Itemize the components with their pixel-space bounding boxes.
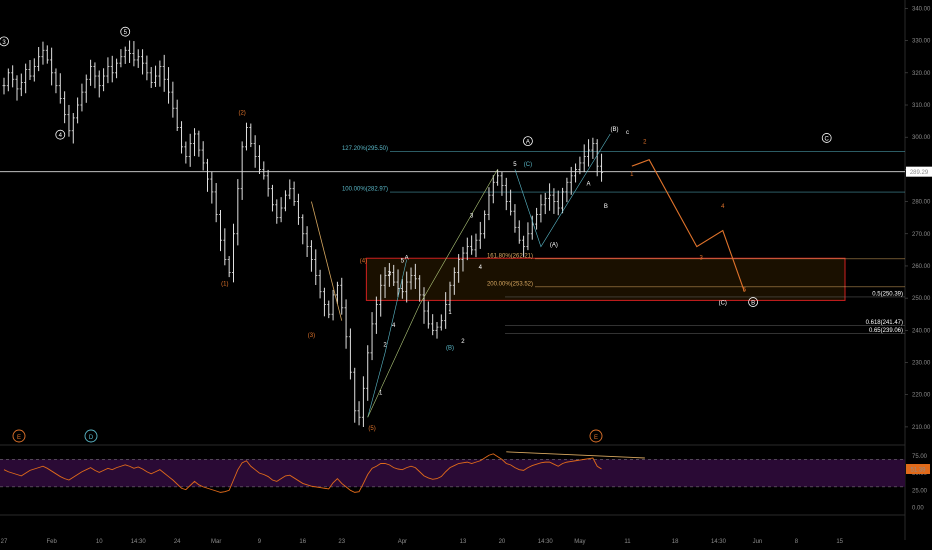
wave-label: B	[604, 204, 608, 210]
wave-label: C	[825, 136, 830, 142]
rsi-tick-label: 0.00	[912, 506, 924, 512]
wave-label: (A)	[550, 243, 558, 249]
time-tick-label: 11	[624, 539, 631, 545]
price-tick-label: 340.00	[912, 6, 931, 12]
wave-label: (C)	[719, 301, 727, 307]
time-tick-label: May	[574, 539, 585, 545]
price-tick-label: 250.00	[912, 296, 931, 302]
price-tick-label: 260.00	[912, 264, 931, 270]
price-tick-label: 240.00	[912, 328, 931, 334]
fib-level-label: 161.80%(262.21)	[487, 253, 533, 259]
fib-level-label: 200.00%(253.52)	[487, 281, 533, 287]
time-tick-label: Mar	[211, 539, 221, 545]
time-tick-label: Feb	[46, 539, 57, 545]
wave-label: c	[626, 130, 629, 136]
wave-label: (B)	[611, 127, 619, 133]
price-tick-label: 220.00	[912, 393, 931, 399]
time-tick-label: 15	[836, 539, 843, 545]
time-tick-label: 14:30	[538, 539, 554, 545]
price-tick-label: 230.00	[912, 361, 931, 367]
time-tick-label: 24	[174, 539, 181, 545]
rsi-tick-label: 25.00	[912, 488, 928, 494]
wave-label: A	[405, 256, 409, 262]
price-tick-label: 330.00	[912, 39, 931, 45]
wave-label: A	[587, 181, 591, 187]
price-tick-label: 280.00	[912, 200, 931, 206]
time-tick-label: 20	[499, 539, 506, 545]
time-tick-label: 10	[96, 539, 103, 545]
fib-level-label: 0.65(239.06)	[869, 328, 903, 334]
time-tick-label: Jun	[753, 539, 763, 545]
fib-level-label: 127.20%(295.50)	[342, 146, 388, 152]
time-tick-label: 27	[1, 539, 8, 545]
last-price-label: 289.29	[910, 170, 929, 176]
price-tick-label: 270.00	[912, 232, 931, 238]
wave-degree-label: E	[17, 435, 21, 441]
fib-level-label: 100.00%(282.97)	[342, 187, 388, 193]
time-tick-label: 13	[460, 539, 467, 545]
rsi-band	[0, 459, 905, 487]
time-tick-label: 16	[299, 539, 306, 545]
wave-degree-label: E	[594, 435, 598, 441]
rsi-tick-label: 75.00	[912, 454, 928, 460]
rsi-last-label: 51.39	[910, 468, 926, 474]
wave-degree-label: D	[89, 435, 94, 441]
price-tick-label: 210.00	[912, 425, 931, 431]
wave-label: (B)	[446, 346, 454, 352]
target-zone-box	[365, 257, 846, 301]
time-tick-label: 14:30	[711, 539, 727, 545]
wave-label: (C)	[524, 162, 532, 168]
price-chart[interactable]: 210.00220.00230.00240.00250.00260.00270.…	[0, 0, 932, 550]
wave-label: (3)	[308, 333, 315, 339]
wave-label: (5)	[368, 426, 375, 432]
price-tick-label: 310.00	[912, 103, 931, 109]
fib-level-label: 0.618(241.47)	[866, 320, 903, 326]
wave-label: (4)	[360, 259, 367, 265]
fib-level-label: 0.5(250.39)	[872, 291, 903, 297]
wave-label: (2)	[238, 111, 245, 117]
price-tick-label: 300.00	[912, 135, 931, 141]
time-tick-label: 14:30	[131, 539, 147, 545]
wave-label: (1)	[221, 281, 228, 287]
time-tick-label: 18	[672, 539, 679, 545]
time-tick-label: 23	[338, 539, 345, 545]
wave-label: B	[751, 301, 755, 307]
price-tick-label: 320.00	[912, 71, 931, 77]
wave-label: A	[526, 140, 530, 146]
time-tick-label: Apr	[398, 539, 407, 545]
